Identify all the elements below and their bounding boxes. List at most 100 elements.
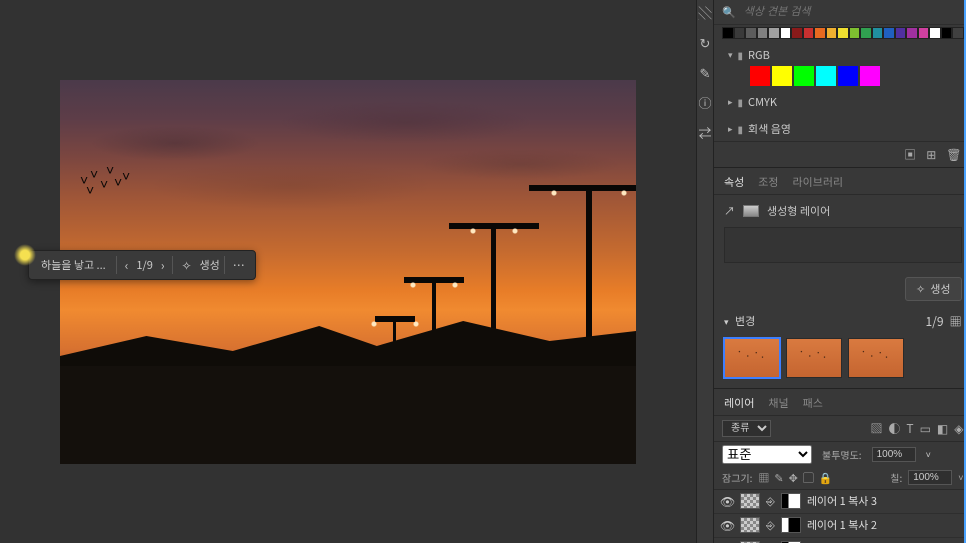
opacity-input[interactable] [872, 447, 916, 462]
history-icon[interactable]: ↻ [697, 34, 713, 50]
swatch-group-gray[interactable]: ▸ ▮ 회색 음영 [714, 115, 966, 141]
filter-image-icon[interactable]: ▧ [870, 420, 882, 437]
swatches-panel-icon[interactable]: ░ [697, 4, 713, 20]
swatch-group-label: 회색 음영 [748, 121, 791, 137]
generative-fill-bar[interactable]: 하늘을 낳고 ... ‹ 1/9 › ✧ 생성 ⋯ [28, 250, 256, 280]
info-icon[interactable]: ⓘ [697, 94, 713, 110]
swatch-chip[interactable] [860, 66, 880, 86]
swatch-chip[interactable] [734, 27, 746, 39]
swatch-chip[interactable] [929, 27, 941, 39]
swatch-recent-row[interactable] [714, 25, 966, 41]
swatch-chip[interactable] [750, 66, 770, 86]
layer-filter-kind[interactable]: 종류 [722, 420, 771, 437]
swatch-chip[interactable] [906, 27, 918, 39]
swatch-chip[interactable] [768, 27, 780, 39]
tab-paths[interactable]: 패스 [803, 395, 823, 411]
tab-properties[interactable]: 속성 [724, 174, 744, 190]
layer-name[interactable]: 레이어 1 복사 2 [807, 517, 877, 533]
blend-mode-select[interactable]: 표준 [722, 445, 812, 464]
properties-panel: 속성 조정 라이브러리 ↗ 생성형 레이어 ✧ 생성 [714, 168, 966, 389]
swatch-chip[interactable] [895, 27, 907, 39]
swatch-chip[interactable] [816, 66, 836, 86]
swatch-chip[interactable] [849, 27, 861, 39]
new-group-icon[interactable]: ▣ [904, 146, 916, 163]
layer-thumbnail[interactable] [740, 493, 760, 509]
opacity-caret-icon[interactable]: ˅ [926, 448, 931, 461]
folder-icon: ▮ [738, 47, 744, 62]
filter-shape-icon[interactable]: ▭ [920, 420, 931, 437]
sparkle-icon[interactable]: ✧ [177, 257, 195, 274]
grid-view-icon[interactable]: ▦ [949, 313, 961, 330]
swatch-chip[interactable] [745, 27, 757, 39]
swatch-chip[interactable] [814, 27, 826, 39]
filter-type-icon[interactable]: T [906, 420, 913, 437]
visibility-toggle-icon[interactable]: 👁 [720, 517, 734, 534]
fill-caret-icon[interactable]: ˅ [958, 471, 963, 484]
layer-link-icon[interactable]: ⎆ [766, 493, 775, 509]
layer-item[interactable]: 👁⎆레이어 1 복사 4 [714, 538, 966, 543]
rgb-swatch-row[interactable] [722, 66, 964, 86]
swatch-chip[interactable] [918, 27, 930, 39]
lock-position-icon[interactable]: ✥ [789, 470, 798, 486]
swatch-chip[interactable] [794, 66, 814, 86]
trash-icon[interactable]: 🗑 [946, 146, 961, 163]
swatch-chip[interactable] [772, 66, 792, 86]
swatch-group-cmyk[interactable]: ▸ ▮ CMYK [714, 88, 966, 115]
swatch-chip[interactable] [883, 27, 895, 39]
layer-mask-thumbnail[interactable] [781, 517, 801, 533]
swatch-chip[interactable] [860, 27, 872, 39]
swatch-chip[interactable] [872, 27, 884, 39]
swatch-chip[interactable] [826, 27, 838, 39]
generate-button[interactable]: ✧ 생성 [905, 277, 961, 301]
properties-tabs: 속성 조정 라이브러리 [714, 168, 966, 195]
filter-toggle-icon[interactable]: ◈ [954, 420, 963, 437]
divider [224, 256, 225, 274]
generate-button-label[interactable]: 생성 [200, 257, 220, 273]
filter-smart-icon[interactable]: ◧ [937, 420, 948, 437]
brush-icon[interactable]: ✎ [697, 64, 713, 80]
swatch-chip[interactable] [837, 27, 849, 39]
layers-panel: 레이어 채널 패스 종류 ▧ ◐ T ▭ ◧ ◈ 표준 [714, 389, 966, 543]
swatch-group-label: CMYK [748, 94, 777, 110]
gen-prompt-text[interactable]: 하늘을 낳고 ... [41, 257, 106, 273]
prompt-input-area[interactable] [724, 227, 962, 263]
visibility-toggle-icon[interactable]: 👁 [720, 493, 734, 510]
lock-all-icon[interactable]: ▦ [758, 470, 769, 486]
new-swatch-icon[interactable]: ⊞ [926, 146, 936, 163]
layer-name[interactable]: 레이어 1 복사 3 [807, 493, 877, 509]
lock-icon[interactable]: 🔒 [819, 470, 833, 486]
layer-thumbnail[interactable] [740, 517, 760, 533]
swatch-chip[interactable] [838, 66, 858, 86]
layer-mask-thumbnail[interactable] [781, 493, 801, 509]
swatch-search-input[interactable] [742, 5, 964, 19]
swatch-chip[interactable] [803, 27, 815, 39]
lock-pixels-icon[interactable]: ✎ [774, 470, 783, 486]
swatch-chip[interactable] [952, 27, 964, 39]
adjust-icon[interactable]: ⇄ [697, 124, 713, 140]
tab-channels[interactable]: 채널 [768, 395, 788, 411]
swatch-chip[interactable] [780, 27, 792, 39]
more-options-icon[interactable]: ⋯ [229, 257, 249, 274]
variation-thumb[interactable] [786, 338, 842, 378]
lock-artboard-icon[interactable]: ▢ [803, 470, 814, 486]
swatch-chip[interactable] [722, 27, 734, 39]
layer-item[interactable]: 👁 ⎆ 레이어 1 복사 2 [714, 514, 966, 538]
variation-thumb[interactable] [848, 338, 904, 378]
pin-icon[interactable]: ↗ [724, 203, 735, 219]
swatch-chip[interactable] [791, 27, 803, 39]
layer-link-icon[interactable]: ⎆ [766, 517, 775, 533]
swatch-group-rgb[interactable]: ▾ ▮ RGB [714, 41, 966, 88]
layer-thumb-icon [743, 205, 759, 217]
collapsed-panel-strip: ░ ↻ ✎ ⓘ ⇄ [696, 0, 713, 543]
fill-input[interactable] [908, 470, 952, 485]
next-variation-icon[interactable]: › [157, 257, 169, 274]
prev-variation-icon[interactable]: ‹ [121, 257, 133, 274]
layer-item[interactable]: 👁 ⎆ 레이어 1 복사 3 [714, 490, 966, 514]
tab-layers[interactable]: 레이어 [724, 395, 754, 411]
tab-adjust[interactable]: 조정 [758, 174, 778, 190]
filter-adjust-icon[interactable]: ◐ [888, 420, 900, 437]
swatch-chip[interactable] [757, 27, 769, 39]
tab-library[interactable]: 라이브러리 [793, 174, 844, 190]
swatch-chip[interactable] [941, 27, 953, 39]
variation-thumb[interactable] [724, 338, 780, 378]
